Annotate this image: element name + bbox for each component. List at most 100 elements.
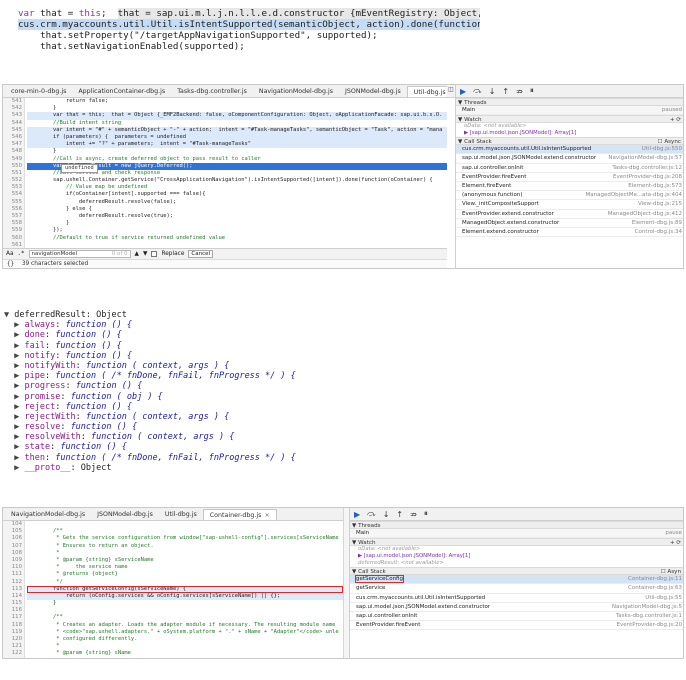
line-number[interactable]: 559 bbox=[3, 227, 24, 234]
expand-triangle-icon[interactable]: ▼ bbox=[4, 310, 14, 320]
line-number[interactable]: 123 bbox=[3, 658, 24, 659]
watch-header[interactable]: ▼ Watch + ⟳ bbox=[350, 538, 683, 547]
line-number[interactable]: 560 bbox=[3, 235, 24, 242]
call-frame-location[interactable]: NavigationModel-dbg.js:57 bbox=[608, 154, 682, 162]
file-tab[interactable]: core-min-0-dbg.js bbox=[5, 86, 72, 97]
line-number[interactable]: 557 bbox=[3, 213, 24, 220]
call-frame[interactable]: sap.ui.controller.onInit Tasks-dbg.contro… bbox=[350, 612, 683, 622]
match-case-toggle[interactable]: Aa bbox=[6, 251, 14, 257]
step-into-icon[interactable]: ↓ bbox=[489, 87, 496, 96]
call-frame-location[interactable]: View-dbg.js:215 bbox=[638, 200, 682, 208]
file-tab[interactable]: JSONModel-dbg.js bbox=[91, 509, 159, 520]
object-member[interactable]: ▶ rejectWith: function ( context, args )… bbox=[4, 412, 364, 422]
collapsed-triangle-icon[interactable]: ▶ bbox=[4, 442, 24, 452]
file-tab[interactable]: Tasks-dbg.controller.js bbox=[171, 86, 253, 97]
call-frame[interactable]: cus.crm.myaccounts.util.Util.isIntentSup… bbox=[456, 145, 683, 155]
close-tab-icon[interactable]: × bbox=[264, 512, 269, 519]
thread-row[interactable]: Main paused bbox=[456, 106, 683, 116]
call-frame-location[interactable]: Container-dbg.js:11 bbox=[628, 575, 682, 583]
replace-checkbox[interactable] bbox=[151, 251, 158, 257]
resume-icon[interactable]: ▶ bbox=[460, 87, 466, 96]
collapsed-triangle-icon[interactable]: ▶ bbox=[4, 392, 24, 402]
line-number[interactable]: 119 bbox=[3, 629, 24, 636]
collapsed-triangle-icon[interactable]: ▶ bbox=[4, 381, 24, 391]
call-frame[interactable]: ManagedObject.extend.constructor Element-… bbox=[456, 219, 683, 228]
call-frame-location[interactable]: EventProvider-dbg.js:208 bbox=[613, 173, 682, 181]
line-number[interactable]: 113 bbox=[3, 586, 24, 593]
step-out-icon[interactable]: ↑ bbox=[502, 87, 509, 96]
pane-divider[interactable] bbox=[343, 508, 349, 658]
call-frame-location[interactable]: NavigationModel-dbg.js:5 bbox=[612, 603, 682, 611]
call-frame[interactable]: cus.crm.myaccounts.util.Util.isIntentSup… bbox=[350, 594, 683, 603]
object-member[interactable]: ▶ pipe: function ( /* fnDone, fnFail, fn… bbox=[4, 371, 364, 381]
call-frame-location[interactable]: EventProvider-dbg.js:20 bbox=[616, 621, 682, 629]
refresh-icon[interactable]: ⟳ bbox=[676, 117, 681, 122]
find-up-arrow-icon[interactable]: ▲ bbox=[135, 251, 139, 257]
object-member[interactable]: ▶ fail: function () { bbox=[4, 341, 364, 351]
call-frame[interactable]: getService Container-dbg.js:63 bbox=[350, 584, 683, 594]
object-member[interactable]: ▶ notify: function () { bbox=[4, 351, 364, 361]
call-frame[interactable]: EventProvider.fireEvent EventProvider-dbg… bbox=[350, 621, 683, 631]
deactivate-breakpoints-icon[interactable]: ⇏ bbox=[516, 87, 523, 96]
refresh-icon[interactable]: ⟳ bbox=[676, 540, 681, 545]
line-number[interactable]: 116 bbox=[3, 607, 24, 614]
object-member[interactable]: ▶ progress: function () { bbox=[4, 381, 364, 391]
file-tab[interactable]: NavigationModel-dbg.js bbox=[253, 86, 339, 97]
call-frame[interactable]: EventProvider.extend.constructor ManagedO… bbox=[456, 210, 683, 219]
step-over-icon[interactable]: ⤼ bbox=[473, 86, 482, 96]
code-area[interactable]: return false; } var that = this; that = … bbox=[27, 98, 447, 263]
line-number[interactable]: 122 bbox=[3, 650, 24, 657]
code-area[interactable]: /** * Gets the service configuration fro… bbox=[27, 521, 343, 658]
line-number[interactable]: 553 bbox=[3, 184, 24, 191]
call-frame[interactable]: View._initCompositeSupport View-dbg.js:21… bbox=[456, 200, 683, 210]
collapsed-triangle-icon[interactable]: ▶ bbox=[4, 371, 24, 381]
line-number[interactable]: 554 bbox=[3, 191, 24, 198]
line-number[interactable]: 106 bbox=[3, 535, 24, 542]
watch-expression[interactable]: deferredResult: <not available> bbox=[350, 560, 683, 567]
file-tab[interactable]: JSONModel-dbg.js bbox=[339, 86, 407, 97]
file-tab[interactable]: NavigationModel-dbg.js bbox=[5, 509, 91, 520]
object-member[interactable]: ▶ resolveWith: function ( context, args … bbox=[4, 432, 364, 442]
line-number[interactable]: 107 bbox=[3, 543, 24, 550]
callstack-header[interactable]: ▼ Call Stack ☐ Asyn bbox=[350, 567, 683, 576]
watch-expression[interactable]: oData: <not available> bbox=[350, 546, 683, 553]
regex-toggle[interactable]: .* bbox=[18, 251, 25, 257]
collapsed-triangle-icon[interactable]: ▶ bbox=[4, 422, 24, 432]
line-number[interactable]: 548 bbox=[3, 148, 24, 155]
line-number[interactable]: 547 bbox=[3, 141, 24, 148]
code-editor[interactable]: 104 105 106 107 108 109 110 111 112 113 114 115 116 1… bbox=[3, 521, 343, 659]
threads-header[interactable]: ▼ Threads bbox=[456, 98, 683, 106]
call-frame[interactable]: Element.fireEvent Element-dbg.js:573 bbox=[456, 182, 683, 192]
call-frame-location[interactable]: ManagedObjectMe...ata-dbg.js:404 bbox=[586, 191, 682, 199]
line-number[interactable]: 545 bbox=[3, 127, 24, 134]
line-number[interactable]: 109 bbox=[3, 557, 24, 564]
line-number[interactable]: 550 bbox=[3, 163, 24, 170]
pause-exceptions-icon[interactable]: ⏸ bbox=[424, 509, 428, 519]
line-number[interactable]: 556 bbox=[3, 206, 24, 213]
line-number[interactable]: 541 bbox=[3, 98, 24, 105]
callstack-header[interactable]: ▼ Call Stack ☐ Async bbox=[456, 137, 683, 146]
object-member[interactable]: ▶ state: function () { bbox=[4, 442, 364, 452]
line-number[interactable]: 546 bbox=[3, 134, 24, 141]
line-number[interactable]: 115 bbox=[3, 600, 24, 607]
line-gutter[interactable]: 104 105 106 107 108 109 110 111 112 113 114 115 116 1… bbox=[3, 521, 25, 659]
collapsed-triangle-icon[interactable]: ▶ bbox=[4, 330, 24, 340]
line-number[interactable]: 118 bbox=[3, 622, 24, 629]
step-into-icon[interactable]: ↓ bbox=[383, 510, 390, 519]
call-frame[interactable]: sap.ui.controller.onInit Tasks-dbg.contro… bbox=[456, 164, 683, 173]
find-down-arrow-icon[interactable]: ▼ bbox=[143, 251, 147, 257]
step-out-icon[interactable]: ↑ bbox=[396, 510, 403, 519]
cancel-button[interactable]: Cancel bbox=[188, 250, 214, 258]
call-frame-location[interactable]: Tasks-dbg.controller.js:12 bbox=[612, 164, 682, 172]
code-editor[interactable]: 541 542 543 544 545 546 547 548 549 550 551 552 553 5… bbox=[3, 98, 447, 262]
collapsed-triangle-icon[interactable]: ▶ bbox=[4, 412, 24, 422]
object-member[interactable]: ▶ done: function () { bbox=[4, 330, 364, 340]
object-member[interactable]: ▶ then: function ( /* fnDone, fnFail, fn… bbox=[4, 453, 364, 463]
line-number[interactable]: 555 bbox=[3, 199, 24, 206]
pause-exceptions-icon[interactable]: ⏸ bbox=[530, 86, 534, 96]
thread-row[interactable]: Main pause bbox=[350, 529, 683, 539]
line-number[interactable]: 117 bbox=[3, 614, 24, 621]
collapsed-triangle-icon[interactable]: ▶ bbox=[4, 432, 24, 442]
async-checkbox[interactable]: ☐ Asyn bbox=[661, 568, 681, 574]
line-number[interactable]: 108 bbox=[3, 550, 24, 557]
